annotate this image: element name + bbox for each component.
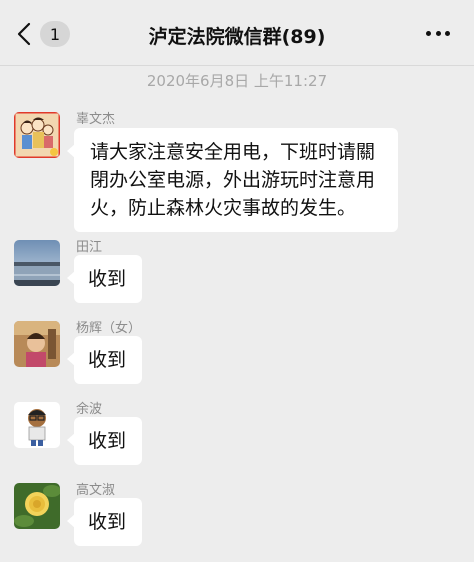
chat-title: 泸定法院微信群(89) [148, 26, 326, 48]
more-options-button[interactable] [426, 28, 450, 38]
sender-name: 杨辉（女） [76, 321, 142, 336]
message-timestamp: 2020年6月8日 上午11:27 [146, 72, 328, 90]
more-dot [445, 30, 450, 36]
message-bubble[interactable]: 收到 [67, 417, 142, 465]
cartoon-man-avatar[interactable] [14, 402, 60, 448]
message-bubble[interactable]: 收到 [67, 255, 142, 303]
message-bubble[interactable]: 收到 [67, 498, 142, 546]
message-bubble[interactable]: 收到 [67, 336, 142, 384]
chat-header: 1 泸定法院微信群(89) [0, 0, 474, 66]
sender-name: 余波 [76, 402, 103, 417]
person-photo-avatar[interactable] [14, 321, 60, 367]
sender-name: 高文淑 [76, 483, 116, 498]
lake-landscape-avatar[interactable] [14, 240, 60, 286]
yellow-rose-avatar[interactable] [14, 483, 60, 529]
message-bubble[interactable]: 请大家注意安全用电，下班时请關閉办公室电源，外出游玩时注意用火，防止森林火灾事故… [67, 128, 398, 232]
sender-name: 辜文杰 [76, 112, 116, 127]
sender-name: 田江 [76, 240, 103, 255]
cartoon-family-avatar[interactable] [14, 112, 60, 158]
more-dot [435, 30, 441, 36]
more-dots-icon [426, 30, 431, 36]
